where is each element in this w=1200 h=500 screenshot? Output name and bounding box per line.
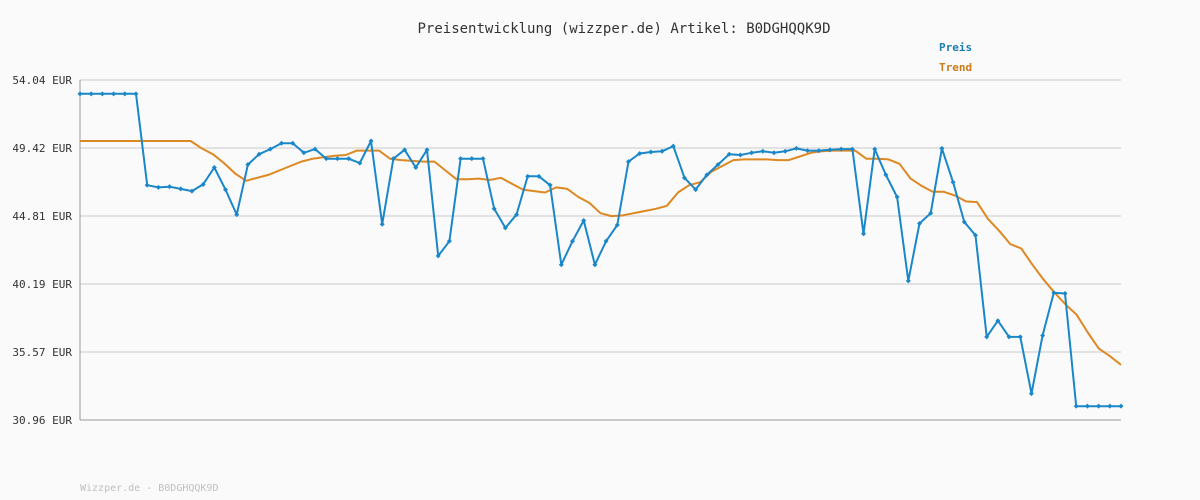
data-point [861, 231, 867, 237]
data-point [782, 148, 788, 154]
data-point [178, 186, 184, 192]
data-point [1096, 403, 1102, 409]
y-tick-label: 54.04 EUR [12, 74, 72, 87]
y-tick-label: 44.81 EUR [12, 210, 72, 223]
chart-title: Preisentwicklung (wizzper.de) Artikel: B… [417, 21, 830, 37]
data-point [1062, 290, 1068, 296]
y-tick-label: 40.19 EUR [12, 278, 72, 291]
data-point [77, 91, 83, 97]
data-point [1118, 403, 1124, 409]
data-point [648, 149, 654, 155]
y-tick-label: 49.42 EUR [12, 142, 72, 155]
data-point [167, 184, 173, 190]
data-point [99, 91, 105, 97]
legend-trend: Trend [939, 61, 972, 74]
y-axis-ticks: 54.04 EUR 49.42 EUR 44.81 EUR 40.19 EUR 35.5… [12, 74, 72, 427]
data-point [469, 156, 475, 162]
data-point [334, 156, 340, 162]
data-point [905, 278, 911, 284]
data-point [144, 182, 150, 188]
data-point [1084, 403, 1090, 409]
data-point [939, 145, 945, 151]
data-point [771, 150, 777, 156]
data-point [1017, 334, 1023, 340]
data-point [458, 156, 464, 162]
y-tick-label: 35.57 EUR [12, 346, 72, 359]
data-point [760, 148, 766, 154]
series-line-preis [80, 92, 1121, 408]
data-point [950, 179, 956, 185]
data-point [1107, 403, 1113, 409]
footer-text: Wizzper.de - B0DGHQQK9D [80, 483, 218, 494]
data-point [1028, 391, 1034, 397]
legend-preis: Preis [939, 41, 972, 54]
data-point [111, 91, 117, 97]
data-point [480, 156, 486, 162]
y-tick-label: 30.96 EUR [12, 414, 72, 427]
data-point [749, 150, 755, 156]
data-point [88, 91, 94, 97]
data-point [1073, 403, 1079, 409]
data-point [793, 145, 799, 151]
data-point [1040, 332, 1046, 338]
series-layer [77, 91, 1124, 409]
data-point [122, 91, 128, 97]
data-point [379, 221, 385, 227]
data-point [525, 173, 531, 179]
data-point [155, 184, 161, 190]
data-point [737, 152, 743, 158]
data-point [133, 91, 139, 97]
series-points-preis [77, 91, 1124, 409]
price-chart: 54.04 EUR 49.42 EUR 44.81 EUR 40.19 EUR 35.5… [12, 21, 1124, 494]
